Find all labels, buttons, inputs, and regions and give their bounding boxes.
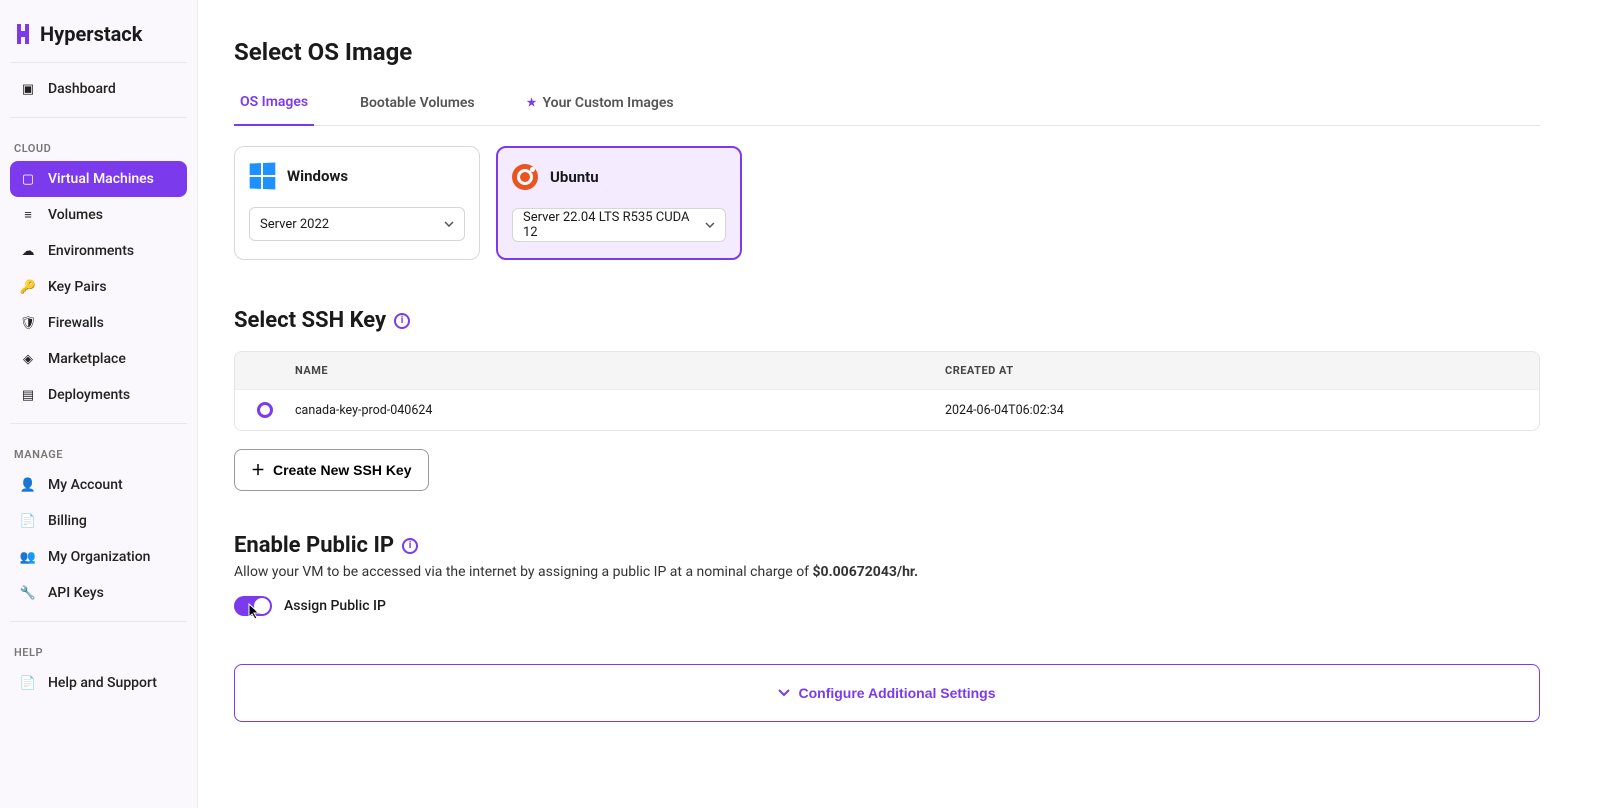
nav-icon: ☁: [20, 244, 36, 259]
info-icon[interactable]: i: [394, 313, 410, 329]
nav-icon: ▣: [20, 82, 36, 97]
th-name: NAME: [295, 364, 945, 377]
nav-label: Deployments: [48, 387, 130, 403]
nav-section-cloud: CLOUD: [10, 128, 187, 161]
public-ip-title-text: Enable Public IP: [234, 533, 394, 558]
os-name: Ubuntu: [550, 168, 599, 186]
ssh-key-row[interactable]: canada-key-prod-040624 2024-06-04T06:02:…: [235, 389, 1539, 430]
os-version-select[interactable]: Server 2022: [249, 207, 465, 241]
os-image-tabs: OS Images Bootable Volumes ★ Your Custom Im…: [234, 84, 1540, 126]
brand-logo-icon: [14, 23, 32, 45]
assign-public-ip-toggle[interactable]: [234, 596, 272, 616]
os-cards: Windows Server 2022 Ubuntu Server 22.04 …: [234, 146, 1540, 260]
tab-bootable-volumes[interactable]: Bootable Volumes: [354, 84, 481, 125]
nav-label: Dashboard: [48, 81, 116, 97]
nav-label: My Organization: [48, 549, 150, 565]
nav-label: Firewalls: [48, 315, 104, 331]
tab-label: Your Custom Images: [543, 95, 674, 111]
ssh-table: NAME CREATED AT canada-key-prod-040624 2…: [234, 351, 1540, 431]
create-ssh-key-button[interactable]: ＋ Create New SSH Key: [234, 449, 429, 491]
nav-label: Virtual Machines: [48, 171, 154, 187]
sidebar-item-deployments[interactable]: ▤ Deployments: [10, 377, 187, 413]
nav-icon: ≡: [20, 207, 36, 223]
public-ip-title: Enable Public IP i: [234, 533, 1540, 558]
sidebar-item-api-keys[interactable]: 🔧 API Keys: [10, 575, 187, 611]
nav-icon: 🔑: [20, 280, 36, 295]
os-card-windows[interactable]: Windows Server 2022: [234, 146, 480, 260]
ubuntu-icon: [512, 164, 538, 190]
nav-icon: ▢: [20, 172, 36, 187]
os-version-value: Server 22.04 LTS R535 CUDA 12: [523, 210, 705, 240]
os-card-ubuntu[interactable]: Ubuntu Server 22.04 LTS R535 CUDA 12: [496, 146, 742, 260]
nav-label: Environments: [48, 243, 134, 259]
nav-section-manage: MANAGE: [10, 434, 187, 467]
sidebar-item-billing[interactable]: 📄 Billing: [10, 503, 187, 539]
sidebar-item-dashboard[interactable]: ▣ Dashboard: [10, 71, 187, 107]
brand-text: Hyperstack: [40, 22, 142, 46]
ssh-key-name: canada-key-prod-040624: [295, 403, 945, 418]
tab-label: Bootable Volumes: [360, 95, 475, 111]
info-icon[interactable]: i: [402, 538, 418, 554]
ssh-title-text: Select SSH Key: [234, 308, 386, 333]
os-version-value: Server 2022: [260, 217, 329, 232]
th-created: CREATED AT: [945, 364, 1539, 377]
sidebar-item-help-and-support[interactable]: 📄 Help and Support: [10, 665, 187, 701]
create-ssh-key-label: Create New SSH Key: [273, 462, 412, 478]
public-ip-desc-prefix: Allow your VM to be accessed via the int…: [234, 564, 813, 580]
chevron-down-icon: [778, 689, 790, 697]
sidebar: Hyperstack ▣ Dashboard CLOUD ▢ Virtual Mac…: [0, 0, 198, 808]
nav-icon: 👤: [20, 478, 36, 493]
ssh-key-created: 2024-06-04T06:02:34: [945, 403, 1539, 418]
ssh-key-radio[interactable]: [257, 402, 273, 418]
chevron-down-icon: [705, 222, 715, 228]
nav-icon: ◈: [20, 352, 36, 367]
nav-icon: 📄: [20, 514, 36, 529]
public-ip-desc: Allow your VM to be accessed via the int…: [234, 564, 1540, 580]
public-ip-price: $0.00672043/hr.: [813, 564, 919, 580]
plus-icon: ＋: [251, 460, 265, 480]
configure-label: Configure Additional Settings: [798, 685, 995, 701]
nav-icon: 👥: [20, 550, 36, 565]
tab-label: OS Images: [240, 94, 308, 110]
nav-label: Key Pairs: [48, 279, 107, 295]
sidebar-item-volumes[interactable]: ≡ Volumes: [10, 197, 187, 233]
os-image-title: Select OS Image: [234, 38, 1540, 66]
tab-your-custom-images[interactable]: ★ Your Custom Images: [521, 84, 680, 125]
nav-label: Marketplace: [48, 351, 126, 367]
sidebar-item-environments[interactable]: ☁ Environments: [10, 233, 187, 269]
nav-icon: 🔧: [20, 586, 36, 601]
os-name: Windows: [287, 167, 348, 185]
nav-icon: 📄: [20, 676, 36, 691]
nav-icon: 🛡: [20, 316, 36, 331]
nav-label: Billing: [48, 513, 87, 529]
nav-label: My Account: [48, 477, 123, 493]
chevron-down-icon: [444, 221, 454, 227]
star-icon: ★: [527, 96, 537, 109]
ssh-title: Select SSH Key i: [234, 308, 1540, 333]
nav-label: Help and Support: [48, 675, 157, 691]
nav-label: Volumes: [48, 207, 103, 223]
brand: Hyperstack: [10, 16, 187, 63]
sidebar-item-my-organization[interactable]: 👥 My Organization: [10, 539, 187, 575]
nav-icon: ▤: [20, 388, 36, 403]
sidebar-item-virtual-machines[interactable]: ▢ Virtual Machines: [10, 161, 187, 197]
configure-additional-settings-button[interactable]: Configure Additional Settings: [234, 664, 1540, 722]
main-content: Select OS Image OS Images Bootable Volume…: [198, 0, 1600, 808]
sidebar-item-key-pairs[interactable]: 🔑 Key Pairs: [10, 269, 187, 305]
sidebar-item-my-account[interactable]: 👤 My Account: [10, 467, 187, 503]
sidebar-item-firewalls[interactable]: 🛡 Firewalls: [10, 305, 187, 341]
windows-icon: [250, 162, 276, 189]
ssh-table-header: NAME CREATED AT: [235, 352, 1539, 389]
sidebar-item-marketplace[interactable]: ◈ Marketplace: [10, 341, 187, 377]
assign-public-ip-label: Assign Public IP: [284, 598, 386, 614]
nav-section-help: HELP: [10, 632, 187, 665]
os-version-select[interactable]: Server 22.04 LTS R535 CUDA 12: [512, 208, 726, 242]
nav-label: API Keys: [48, 585, 104, 601]
tab-os-images[interactable]: OS Images: [234, 84, 314, 126]
